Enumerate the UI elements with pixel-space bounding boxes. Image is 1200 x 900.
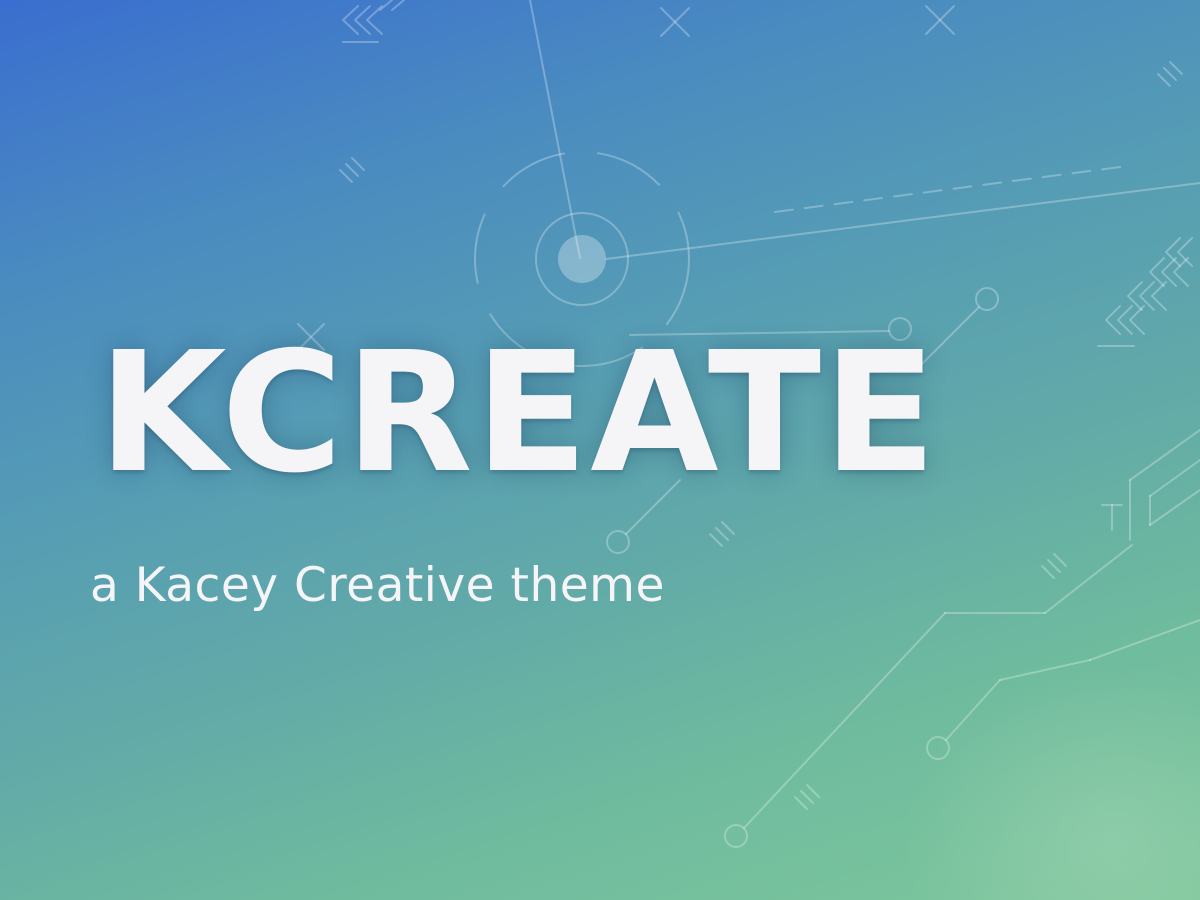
- chevron-icon: [379, 0, 405, 11]
- brand-tagline: a Kacey Creative theme: [90, 558, 665, 613]
- tick-marks-icon: [339, 157, 365, 183]
- tick-marks-icon: [709, 521, 735, 547]
- circuit-node-icon: [724, 544, 1133, 848]
- circuit-node-icon: [926, 619, 1200, 760]
- target-icon: [474, 0, 1200, 367]
- cross-icon: [660, 7, 690, 37]
- tick-marks-icon: [1041, 553, 1067, 579]
- circuit-node-icon: [1101, 429, 1200, 541]
- hero-banner: KCREATE a Kacey Creative theme: [0, 0, 1200, 900]
- chevron-icon: [342, 5, 383, 43]
- brand-title: KCREATE: [98, 317, 939, 510]
- tick-marks-icon: [794, 784, 820, 810]
- tick-marks-icon: [1157, 61, 1183, 87]
- chevron-icon: [1097, 237, 1193, 347]
- cross-icon: [925, 5, 955, 35]
